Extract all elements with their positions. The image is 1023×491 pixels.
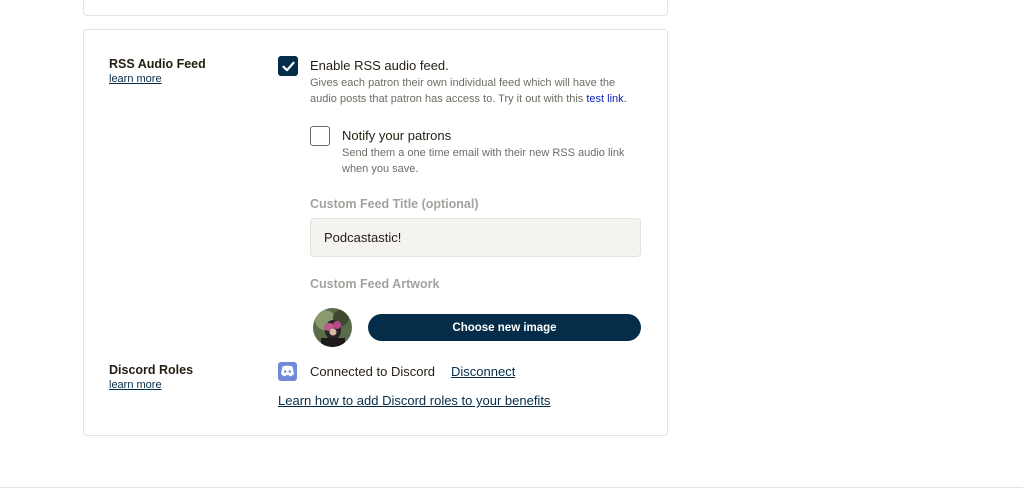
custom-feed-title-input[interactable] <box>310 218 641 257</box>
enable-rss-desc-line1: Gives each patron their own individual f… <box>310 77 616 89</box>
discord-learn-more-link[interactable]: learn more <box>109 379 162 391</box>
page-divider <box>0 487 1023 488</box>
enable-rss-description: Gives each patron their own individual f… <box>310 75 650 107</box>
notify-desc-line1: Send them a one time email with their ne… <box>342 147 625 159</box>
discord-section-title: Discord Roles <box>109 363 194 377</box>
feed-artwork-thumbnail <box>313 308 352 347</box>
discord-icon <box>278 362 297 381</box>
custom-feed-title-label: Custom Feed Title (optional) <box>310 197 479 211</box>
notify-patrons-label: Notify your patrons <box>342 128 452 143</box>
test-link[interactable]: test link. <box>586 93 626 105</box>
choose-new-image-button[interactable]: Choose new image <box>368 314 641 341</box>
rss-learn-more-link[interactable]: learn more <box>109 73 162 85</box>
checkmark-icon <box>282 61 295 72</box>
notify-patrons-checkbox[interactable] <box>310 126 330 146</box>
enable-rss-desc-line2: audio posts that patron has access to. T… <box>310 93 584 105</box>
rss-section-title: RSS Audio Feed <box>109 57 206 71</box>
notify-desc-line2: when you save. <box>342 163 419 175</box>
discord-disconnect-link[interactable]: Disconnect <box>451 364 515 379</box>
discord-connection-status: Connected to Discord <box>310 364 436 379</box>
enable-rss-label: Enable RSS audio feed. <box>310 58 449 73</box>
custom-feed-artwork-label: Custom Feed Artwork <box>310 277 440 291</box>
enable-rss-checkbox[interactable] <box>278 56 298 76</box>
notify-patrons-description: Send them a one time email with their ne… <box>342 145 652 177</box>
previous-settings-card <box>83 0 668 16</box>
discord-roles-help-link[interactable]: Learn how to add Discord roles to your b… <box>278 393 550 408</box>
